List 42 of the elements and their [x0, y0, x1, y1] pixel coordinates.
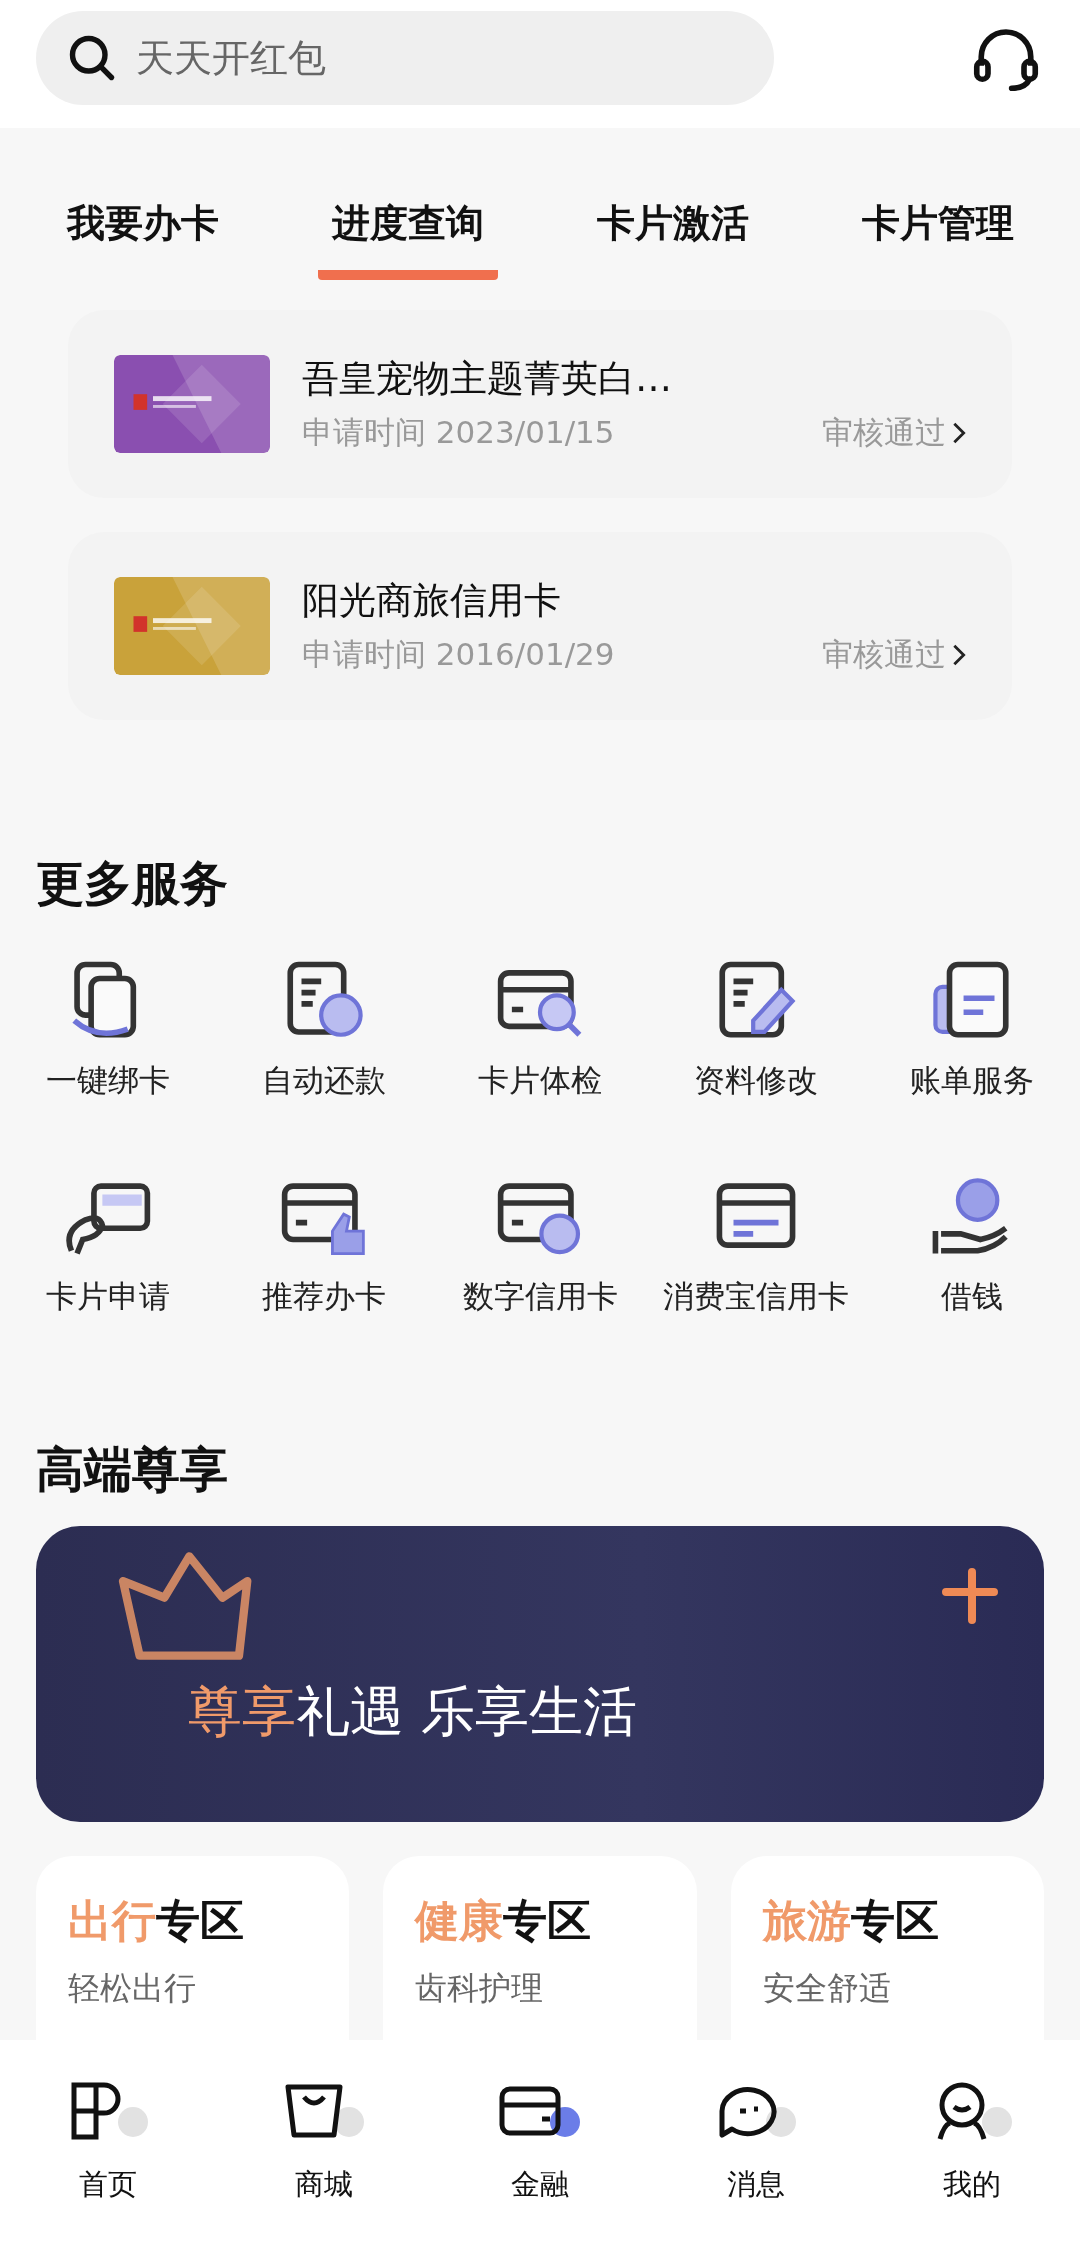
tab[interactable]: 进度查询: [317, 198, 498, 280]
nav-label[interactable]: 我的: [943, 2165, 1001, 2205]
zone-title: 旅游专区: [762, 1894, 940, 1948]
zone-subtitle: 轻松出行: [68, 1968, 197, 2009]
service-label[interactable]: 借钱: [941, 1276, 1003, 1318]
chevron-right-icon: [952, 643, 966, 667]
nav-label[interactable]: 消息: [727, 2165, 785, 2205]
chevron-right-icon: [952, 421, 966, 445]
zone-title: 健康专区: [415, 1894, 593, 1948]
tab[interactable]: 卡片激活: [582, 198, 763, 280]
service-label[interactable]: 卡片体检: [478, 1060, 602, 1102]
plus-icon: [940, 1566, 1000, 1626]
search-bar[interactable]: 天天开红包: [36, 11, 774, 105]
application-card[interactable]: 阳光商旅信用卡 申请时间 2016/01/29 审核通过: [68, 532, 1012, 720]
zone-card[interactable]: 出行专区 轻松出行: [36, 1856, 350, 2040]
service-label[interactable]: 一键绑卡: [46, 1060, 170, 1102]
tab[interactable]: 我要办卡: [52, 198, 233, 280]
apply-date: 申请时间 2016/01/29: [302, 635, 616, 674]
zone-subtitle: 安全舒适: [762, 1968, 892, 2009]
service-label[interactable]: 数字信用卡: [462, 1276, 618, 1318]
service-label[interactable]: 自动还款: [262, 1060, 386, 1102]
service-label[interactable]: 资料修改: [694, 1060, 818, 1102]
service-label[interactable]: 卡片申请: [46, 1276, 170, 1318]
banner-slogan: 尊享礼遇 乐享生活: [188, 1679, 638, 1745]
zone-title: 出行专区: [68, 1894, 245, 1948]
zone-card[interactable]: 健康专区 齿科护理: [383, 1856, 697, 2040]
premium-banner[interactable]: 尊享礼遇 乐享生活: [36, 1526, 1044, 1822]
service-label[interactable]: 账单服务: [910, 1060, 1034, 1102]
nav-label[interactable]: 金融: [511, 2165, 569, 2205]
section-title: 更多服务: [35, 854, 229, 913]
application-card[interactable]: 吾皇宠物主题菁英白… 申请时间 2023/01/15 审核通过: [68, 310, 1012, 498]
section-title: 高端尊享: [35, 1440, 229, 1499]
zone-subtitle: 齿科护理: [415, 1968, 545, 2009]
nav-label[interactable]: 商城: [295, 2165, 353, 2205]
card-name: 吾皇宠物主题菁英白…: [302, 356, 673, 402]
service-label[interactable]: 消费宝信用卡: [663, 1276, 849, 1318]
apply-date: 申请时间 2023/01/15: [302, 413, 616, 452]
service-label[interactable]: 推荐办卡: [262, 1276, 386, 1318]
nav-label[interactable]: 首页: [79, 2165, 137, 2205]
tab[interactable]: 卡片管理: [847, 198, 1028, 280]
zone-card[interactable]: 旅游专区 安全舒适: [730, 1856, 1044, 2040]
card-name: 阳光商旅信用卡: [302, 578, 562, 624]
